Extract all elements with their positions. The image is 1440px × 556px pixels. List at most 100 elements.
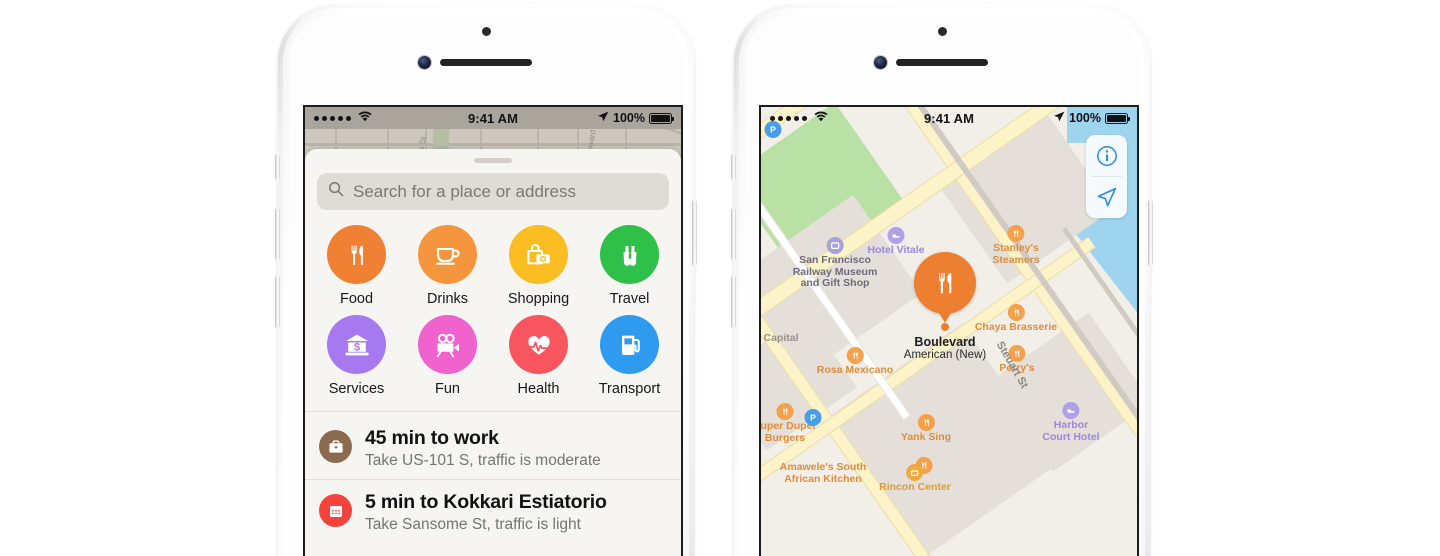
restaurant-icon [1007, 225, 1025, 242]
restaurant-icon [917, 414, 935, 431]
list-item-subtitle: Take US-101 S, traffic is moderate [365, 452, 601, 469]
fuel-pump-icon [600, 315, 659, 374]
map-controls [1086, 135, 1127, 218]
poi-san-francisco-railway-museum[interactable]: San Francisco Railway Museum and Gift Sh… [793, 237, 877, 290]
list-item[interactable]: 45 min to work Take US-101 S, traffic is… [305, 416, 681, 479]
briefcase-icon [319, 430, 352, 463]
fork-knife-icon [914, 252, 976, 314]
battery-full-icon [1105, 112, 1131, 124]
volume-up-button[interactable] [731, 208, 736, 260]
heart-pulse-icon [509, 315, 568, 374]
search-icon [328, 181, 344, 202]
info-button[interactable] [1086, 135, 1127, 176]
movie-camera-icon [418, 315, 477, 374]
category-shopping[interactable]: Shopping [493, 225, 584, 307]
power-button[interactable] [692, 200, 697, 266]
list-item-title: 45 min to work [365, 427, 499, 449]
restaurant-icon [776, 403, 794, 420]
location-arrow-icon [1053, 111, 1065, 126]
poi-label: Capital [763, 332, 799, 344]
binoculars-icon [600, 225, 659, 284]
category-label: Travel [609, 291, 650, 307]
category-drinks[interactable]: Drinks [402, 225, 493, 307]
restaurant-icon [846, 347, 864, 364]
suggestions-list: 45 min to work Take US-101 S, traffic is… [305, 412, 681, 543]
poi-parking-lot[interactable]: P [804, 409, 822, 427]
map-view[interactable]: 9:41 AM 100% P San Francisco Railway Mus… [761, 107, 1137, 556]
screen-left: ss St Howard S 9:41 AM [303, 105, 683, 556]
bank-dollar-icon: $ [327, 315, 386, 374]
power-button[interactable] [1148, 200, 1153, 266]
poi-rincon-center[interactable]: Rincon Center [879, 464, 951, 494]
restaurant-icon [1007, 304, 1025, 321]
category-label: Services [328, 381, 385, 397]
search-placeholder: Search for a place or address [353, 181, 577, 201]
poi-label: Yank Sing [900, 431, 952, 443]
selected-place-pin[interactable]: Boulevard American (New) [904, 252, 986, 361]
poi-label: Rosa Mexicano [816, 364, 894, 376]
poi-capital: Capital [763, 332, 799, 345]
parking-icon: P [804, 409, 822, 426]
list-item[interactable]: 5 min to Kokkari Estiatorio Take Sansome… [305, 480, 681, 543]
category-grid: Food Drinks Shopping Travel $ Services F… [305, 210, 681, 401]
battery-percent: 100% [613, 111, 645, 125]
volume-down-button[interactable] [275, 276, 280, 328]
category-services[interactable]: $ Services [311, 315, 402, 397]
poi-harbor-court-hotel[interactable]: Harbor Court Hotel [1042, 402, 1100, 443]
iphone-left: ss St Howard S 9:41 AM [275, 4, 697, 556]
pin-name: Boulevard [914, 335, 976, 349]
front-camera-icon [418, 56, 431, 69]
location-arrow-icon [597, 111, 609, 126]
iphone-right: 9:41 AM 100% P San Francisco Railway Mus… [731, 4, 1153, 556]
proximity-sensor-icon [938, 27, 947, 36]
category-label: Drinks [426, 291, 469, 307]
list-item-title: 5 min to Kokkari Estiatorio [365, 491, 607, 513]
category-label: Health [517, 381, 560, 397]
calendar-icon [319, 494, 352, 527]
screenshot-stage: ss St Howard S 9:41 AM [0, 0, 1440, 556]
poi-yank-sing[interactable]: Yank Sing [901, 414, 951, 444]
pin-tail [936, 308, 954, 323]
earpiece-speaker-icon [896, 59, 988, 66]
svg-text:P: P [810, 412, 816, 422]
screen-right: 9:41 AM 100% P San Francisco Railway Mus… [759, 105, 1139, 556]
museum-icon [826, 237, 844, 254]
category-transport[interactable]: Transport [584, 315, 675, 397]
search-input[interactable]: Search for a place or address [317, 173, 669, 210]
pin-anchor-dot [941, 323, 949, 331]
battery-full-icon [649, 112, 675, 124]
poi-amaweles-south-african-kitchen[interactable]: Amawele's South African Kitchen [780, 461, 867, 485]
coffee-cup-icon [418, 225, 477, 284]
poi-label: Stanley's Steamers [992, 242, 1040, 266]
proximity-sensor-icon [482, 27, 491, 36]
shopping-bag-icon [509, 225, 568, 284]
silent-switch[interactable] [731, 154, 736, 180]
locate-button[interactable] [1086, 177, 1127, 218]
sheet-grabber[interactable] [474, 158, 512, 163]
pin-category: American (New) [903, 349, 987, 361]
silent-switch[interactable] [275, 154, 280, 180]
hotel-bed-icon [1062, 402, 1080, 419]
shop-icon [906, 464, 924, 481]
poi-label: Chaya Brasserie [974, 321, 1058, 333]
status-bar-left: 9:41 AM 100% [305, 107, 681, 129]
category-health[interactable]: Health [493, 315, 584, 397]
svg-text:$: $ [353, 341, 359, 353]
category-travel[interactable]: Travel [584, 225, 675, 307]
front-camera-icon [874, 56, 887, 69]
category-label: Transport [598, 381, 661, 397]
hotel-bed-icon [887, 227, 905, 244]
earpiece-speaker-icon [440, 59, 532, 66]
fork-knife-icon [327, 225, 386, 284]
poi-stanleys-steamers[interactable]: Stanley's Steamers [992, 225, 1040, 266]
volume-down-button[interactable] [731, 276, 736, 328]
volume-up-button[interactable] [275, 208, 280, 260]
poi-chaya-brasserie[interactable]: Chaya Brasserie [975, 304, 1057, 334]
poi-label: Rincon Center [879, 481, 951, 493]
list-item-subtitle: Take Sansome St, traffic is light [365, 516, 581, 533]
poi-rosa-mexicano[interactable]: Rosa Mexicano [817, 347, 893, 377]
category-food[interactable]: Food [311, 225, 402, 307]
category-fun[interactable]: Fun [402, 315, 493, 397]
search-sheet: Search for a place or address Food Drink… [305, 149, 681, 556]
status-bar-right: 9:41 AM 100% [761, 107, 1137, 129]
